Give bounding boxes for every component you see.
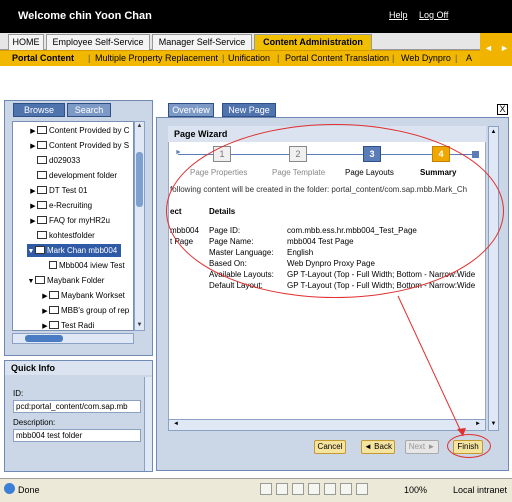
annotation-arrow <box>397 295 466 437</box>
status-cell-icon <box>292 483 304 495</box>
browser-status-bar: Done 100% Local intranet <box>0 478 512 502</box>
status-cell-icon <box>260 483 272 495</box>
status-text: Done <box>18 485 40 495</box>
ie-icon <box>4 483 15 494</box>
security-zone: Local intranet <box>453 485 508 495</box>
zoom-level[interactable]: 100% <box>404 485 427 495</box>
status-cell-icon <box>340 483 352 495</box>
status-cell-icon <box>356 483 368 495</box>
status-cell-icon <box>324 483 336 495</box>
annotation-arrowhead <box>457 428 466 436</box>
status-cell-icon <box>276 483 288 495</box>
status-cell-icon <box>308 483 320 495</box>
annotation-arrow-line <box>397 295 464 437</box>
